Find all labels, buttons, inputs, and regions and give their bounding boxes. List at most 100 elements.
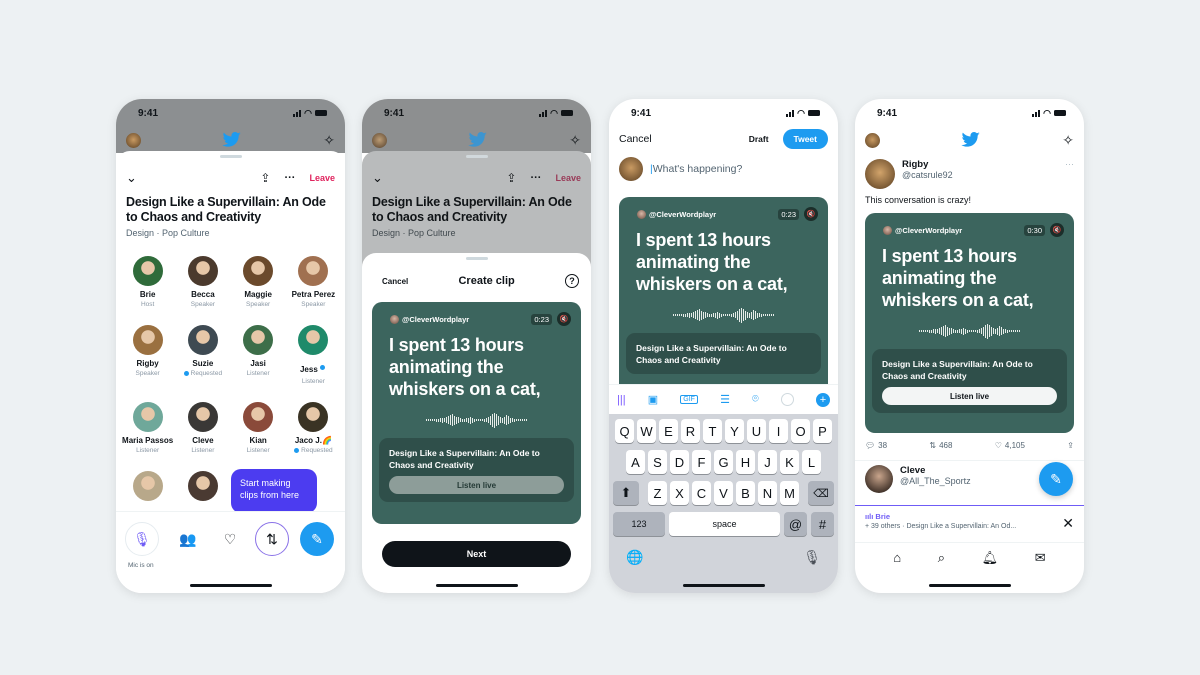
like-button[interactable]: ♡ 4,105 [995, 441, 1025, 450]
leave-button[interactable]: Leave [309, 173, 335, 183]
numbers-key[interactable]: 123 [613, 512, 665, 536]
more-icon[interactable]: ··· [284, 172, 295, 184]
messages-tab-icon[interactable]: ✉ [1035, 550, 1046, 566]
key-n[interactable]: N [758, 481, 777, 505]
participant[interactable]: Brie Host [120, 256, 175, 309]
space-dock[interactable]: ıılı Brie + 39 others · Design Like a Su… [855, 505, 1084, 542]
profile-avatar[interactable] [865, 132, 880, 148]
help-icon[interactable]: ? [564, 274, 579, 288]
key-r[interactable]: R [681, 419, 700, 443]
key-u[interactable]: U [747, 419, 766, 443]
tweet-author-name[interactable]: Cleve [900, 465, 971, 476]
draft-button[interactable]: Draft [749, 134, 769, 144]
key-c[interactable]: C [692, 481, 711, 505]
reply-button[interactable]: 💬︎ 38 [865, 441, 887, 450]
key-o[interactable]: O [791, 419, 810, 443]
share-icon[interactable]: ⇪ [260, 171, 270, 185]
key-t[interactable]: T [703, 419, 722, 443]
participant[interactable]: Maggie Speaker [231, 256, 286, 309]
at-key[interactable]: @ [784, 512, 807, 536]
gif-icon[interactable]: GIF [680, 395, 698, 404]
backspace-key[interactable]: ⌫ [808, 481, 834, 505]
waveform-bar [468, 417, 469, 423]
participant[interactable]: Maria Passos Listener [120, 402, 175, 455]
dictation-mic-icon[interactable]: 🎙 [803, 549, 821, 566]
retweet-button[interactable]: ⇅ 468 [929, 441, 952, 450]
poll-icon[interactable]: ☰ [720, 393, 730, 406]
participant[interactable]: Suzie Requested [175, 325, 230, 386]
key-f[interactable]: F [692, 450, 711, 474]
tweet-button[interactable]: Tweet [782, 129, 828, 149]
people-button[interactable]: 👥 [171, 522, 205, 556]
key-y[interactable]: Y [725, 419, 744, 443]
key-p[interactable]: P [813, 419, 832, 443]
participant-avatar [187, 471, 218, 501]
mute-icon[interactable]: 🔇 [557, 312, 571, 326]
key-z[interactable]: Z [648, 481, 667, 505]
tweet-input[interactable]: |What's happening? [650, 163, 742, 175]
key-q[interactable]: Q [615, 419, 634, 443]
participant[interactable]: Jasi Listener [231, 325, 286, 386]
react-button[interactable]: ♡ [213, 522, 247, 556]
participant[interactable] [120, 471, 175, 505]
home-tab-icon[interactable]: ⌂ [893, 550, 901, 565]
shift-key[interactable]: ⬆ [613, 481, 639, 505]
key-i[interactable]: I [769, 419, 788, 443]
mute-icon[interactable]: 🔇 [1050, 223, 1064, 237]
profile-avatar[interactable] [126, 132, 141, 148]
search-tab-icon[interactable]: ⌕ [938, 550, 945, 566]
tweet-author-name[interactable]: Rigby [902, 159, 953, 170]
key-e[interactable]: E [659, 419, 678, 443]
wifi-icon: ◠ [797, 107, 805, 118]
key-k[interactable]: K [780, 450, 799, 474]
compose-button[interactable]: ✎ [300, 522, 334, 556]
image-icon[interactable]: ▣ [648, 393, 658, 406]
tweet-avatar[interactable] [865, 159, 895, 189]
space-key[interactable]: space [669, 512, 780, 536]
key-a[interactable]: A [626, 450, 645, 474]
key-j[interactable]: J [758, 450, 777, 474]
sparkle-icon[interactable]: ✧ [323, 132, 335, 149]
key-s[interactable]: S [648, 450, 667, 474]
listen-live-button[interactable]: Listen live [389, 476, 564, 494]
participant[interactable]: Cleve Listener [175, 402, 230, 455]
mute-icon[interactable]: 🔇 [804, 207, 818, 221]
add-tweet-icon[interactable]: + [815, 392, 830, 407]
sparkle-icon[interactable]: ✧ [1062, 132, 1074, 149]
key-x[interactable]: X [670, 481, 689, 505]
tweet-avatar[interactable] [865, 465, 893, 493]
participant[interactable]: Petra Perez Speaker [286, 256, 341, 309]
audio-icon[interactable]: ||| [617, 394, 626, 406]
cancel-button[interactable]: Cancel [619, 133, 652, 145]
listen-live-button[interactable]: Listen live [882, 387, 1057, 405]
participant[interactable]: Becca Speaker [175, 256, 230, 309]
compose-fab[interactable]: ✎ [1039, 462, 1073, 496]
waveform-bar [743, 309, 744, 321]
key-h[interactable]: H [736, 450, 755, 474]
clip-duration: 0:30 [1024, 224, 1045, 236]
cancel-button[interactable]: Cancel [382, 277, 408, 286]
create-clip-button[interactable]: ⇅ [255, 522, 289, 556]
close-icon[interactable]: ✕ [1062, 515, 1074, 532]
notifications-tab-icon[interactable]: 🔔︎ [982, 550, 999, 566]
key-m[interactable]: M [780, 481, 799, 505]
participant[interactable]: Kian Listener [231, 402, 286, 455]
key-l[interactable]: L [802, 450, 821, 474]
participant[interactable]: Jaco J.🌈 Requested [286, 402, 341, 455]
key-v[interactable]: V [714, 481, 733, 505]
more-icon[interactable]: ··· [1065, 159, 1074, 189]
key-d[interactable]: D [670, 450, 689, 474]
globe-icon[interactable]: 🌐 [626, 549, 643, 566]
mic-button[interactable]: 🎙 [125, 522, 159, 556]
key-b[interactable]: B [736, 481, 755, 505]
participant[interactable]: Jess Listener [286, 325, 341, 386]
participant[interactable]: Rigby Speaker [120, 325, 175, 386]
share-button[interactable]: ⇪ [1067, 441, 1074, 450]
participant[interactable] [175, 471, 230, 505]
key-g[interactable]: G [714, 450, 733, 474]
key-w[interactable]: W [637, 419, 656, 443]
next-button[interactable]: Next [382, 541, 571, 567]
collapse-chevron-icon[interactable]: ⌄ [126, 170, 137, 186]
hash-key[interactable]: # [811, 512, 834, 536]
location-icon[interactable]: ⌾ [752, 393, 759, 406]
